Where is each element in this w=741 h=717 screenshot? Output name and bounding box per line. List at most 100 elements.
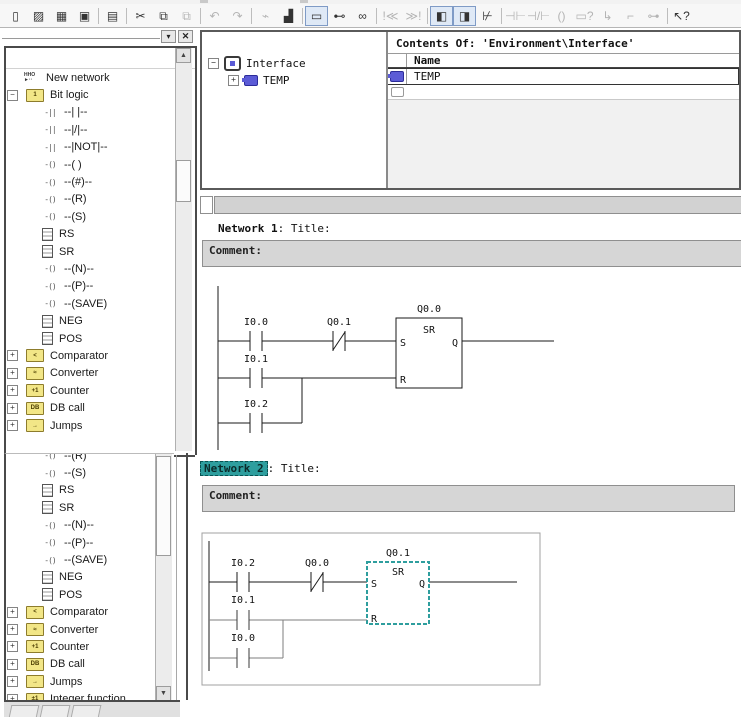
scroll-up-arrow[interactable]: ▲ bbox=[176, 48, 191, 63]
interface-tree-root[interactable]: − Interface bbox=[208, 55, 386, 72]
paste-button[interactable]: ⧉ bbox=[175, 6, 198, 26]
palette-item-[interactable]: -||--|/|-- bbox=[6, 121, 195, 138]
table-empty-area[interactable] bbox=[388, 100, 739, 188]
symbol-information-button[interactable]: ⊷ bbox=[328, 6, 351, 26]
palette-item-s[interactable]: -()--(S) bbox=[6, 464, 174, 481]
palette-item-new-network[interactable]: HHO►··New network bbox=[6, 69, 195, 86]
table-row[interactable]: TEMP bbox=[388, 68, 739, 85]
palette-top-scrollbar[interactable]: ▲ bbox=[175, 48, 192, 451]
palette-close-button[interactable]: ✕ bbox=[178, 30, 193, 43]
palette-item-p[interactable]: -()--(P)-- bbox=[6, 278, 195, 295]
palette-item-sr[interactable]: SR bbox=[6, 499, 174, 516]
copy-button[interactable]: ⧉ bbox=[152, 6, 175, 26]
operand-label[interactable]: I0.2 bbox=[231, 558, 255, 569]
go-to-location-button[interactable]: ⌁ bbox=[254, 6, 277, 26]
palette-item-converter[interactable]: +≈Converter bbox=[6, 365, 195, 382]
open-button[interactable]: ▨ bbox=[27, 6, 50, 26]
insert-empty-box-button[interactable]: ▭? bbox=[573, 6, 596, 26]
palette-combo[interactable] bbox=[2, 38, 160, 39]
expand-icon[interactable]: + bbox=[7, 641, 18, 652]
operand-label[interactable]: Q0.1 bbox=[327, 317, 351, 328]
save-button[interactable]: ▣ bbox=[73, 6, 96, 26]
palette-item-rs[interactable]: RS bbox=[6, 482, 174, 499]
insert-contact-no-button[interactable]: ⊣⊢ bbox=[504, 6, 527, 26]
palette-item-r[interactable]: -()--(R) bbox=[6, 191, 195, 208]
tab-shape[interactable] bbox=[71, 705, 102, 717]
network2-label-selected[interactable]: Network 2 bbox=[200, 461, 268, 476]
palette-item-converter[interactable]: +≈Converter bbox=[6, 621, 174, 638]
close-branch-button[interactable]: ⌐ bbox=[619, 6, 642, 26]
network1-label[interactable]: Network 1 bbox=[218, 222, 278, 235]
palette-item-counter[interactable]: ++1Counter bbox=[6, 382, 195, 399]
palette-item-rs[interactable]: RS bbox=[6, 226, 195, 243]
palette-item-n[interactable]: -()--(N)-- bbox=[6, 517, 174, 534]
scrollbar-thumb[interactable] bbox=[156, 456, 171, 556]
contact-nc-Q0.1[interactable] bbox=[333, 331, 345, 351]
view-overviews-toggle-button[interactable]: ◨ bbox=[453, 6, 476, 26]
program-elements-toggle-button[interactable]: ◧ bbox=[430, 6, 453, 26]
print-button[interactable]: ▤ bbox=[101, 6, 124, 26]
block-title-box[interactable] bbox=[200, 196, 213, 214]
expand-icon[interactable]: + bbox=[7, 420, 18, 431]
expand-icon[interactable]: + bbox=[7, 403, 18, 414]
new-network-button[interactable]: ⊬ bbox=[476, 6, 499, 26]
operand-label[interactable]: I0.1 bbox=[231, 595, 255, 606]
operand-label[interactable]: I0.2 bbox=[244, 399, 268, 410]
palette-item-[interactable]: -()--( ) bbox=[6, 156, 195, 173]
network1-comment-bar[interactable]: Comment: bbox=[202, 240, 741, 267]
palette-item-pos[interactable]: POS bbox=[6, 586, 174, 603]
palette-item-db-call[interactable]: +DBDB call bbox=[6, 656, 174, 673]
contact-no-I0.0[interactable] bbox=[237, 648, 249, 668]
expand-icon[interactable]: + bbox=[7, 607, 18, 618]
palette-item-counter[interactable]: ++1Counter bbox=[6, 638, 174, 655]
collapse-icon[interactable]: − bbox=[7, 90, 18, 101]
palette-item-pos[interactable]: POS bbox=[6, 330, 195, 347]
collapse-icon[interactable]: − bbox=[208, 58, 219, 69]
tab-shape[interactable] bbox=[40, 705, 71, 717]
insert-connector-button[interactable]: ⊶ bbox=[642, 6, 665, 26]
next-error-button[interactable]: ≫! bbox=[402, 6, 425, 26]
previous-error-button[interactable]: !≪ bbox=[379, 6, 402, 26]
network2-title-suffix[interactable]: : Title: bbox=[268, 462, 321, 475]
network1-title-suffix[interactable]: : Title: bbox=[278, 222, 331, 235]
redo-button[interactable]: ↷ bbox=[226, 6, 249, 26]
scrollbar-thumb[interactable] bbox=[176, 160, 191, 202]
operand-label[interactable]: I0.1 bbox=[244, 354, 268, 365]
palette-item-comparator[interactable]: +<Comparator bbox=[6, 347, 195, 364]
block-address[interactable]: Q0.1 bbox=[386, 548, 410, 559]
expand-icon[interactable]: + bbox=[7, 676, 18, 687]
expand-icon[interactable]: + bbox=[7, 659, 18, 670]
palette-item-jumps[interactable]: +→Jumps bbox=[6, 417, 195, 434]
block-address[interactable]: Q0.0 bbox=[417, 304, 441, 315]
palette-item-r[interactable]: -()--(R) bbox=[6, 453, 174, 464]
palette-item-[interactable]: -||--| |-- bbox=[6, 104, 195, 121]
contact-no-I0.2[interactable] bbox=[237, 572, 249, 592]
tab-shape[interactable] bbox=[9, 705, 40, 717]
monitor-on-off-button[interactable]: ∞ bbox=[351, 6, 374, 26]
palette-item-neg[interactable]: NEG bbox=[6, 312, 195, 329]
palette-dropdown-button[interactable]: ▾ bbox=[161, 30, 176, 43]
open-branch-button[interactable]: ↳ bbox=[596, 6, 619, 26]
symbolic-representation-button[interactable]: ▭ bbox=[305, 6, 328, 26]
operand-label[interactable]: I0.0 bbox=[231, 633, 255, 644]
operand-label[interactable]: Q0.0 bbox=[305, 558, 329, 569]
new-button[interactable]: ▯ bbox=[4, 6, 27, 26]
operand-label[interactable]: I0.0 bbox=[244, 317, 268, 328]
expand-icon[interactable]: + bbox=[7, 385, 18, 396]
palette-item-db-call[interactable]: +DBDB call bbox=[6, 399, 195, 416]
palette-item-comparator[interactable]: +<Comparator bbox=[6, 604, 174, 621]
palette-item-n[interactable]: -()--(N)-- bbox=[6, 260, 195, 277]
insert-contact-nc-button[interactable]: ⊣/⊢ bbox=[527, 6, 550, 26]
palette-item-sr[interactable]: SR bbox=[6, 243, 195, 260]
contact-nc-Q0.0[interactable] bbox=[311, 572, 323, 592]
block-title-bar[interactable] bbox=[214, 196, 741, 214]
palette-item-jumps[interactable]: +→Jumps bbox=[6, 673, 174, 690]
palette-item-s[interactable]: -()--(S) bbox=[6, 208, 195, 225]
palette-item-neg[interactable]: NEG bbox=[6, 569, 174, 586]
palette-item-save[interactable]: -()--(SAVE) bbox=[6, 551, 174, 568]
palette-item-bit-logic[interactable]: −1Bit logic bbox=[6, 86, 195, 103]
expand-icon[interactable]: + bbox=[7, 350, 18, 361]
palette-item-save[interactable]: -()--(SAVE) bbox=[6, 295, 195, 312]
save-station-button[interactable]: ▦ bbox=[50, 6, 73, 26]
network2-comment-bar[interactable]: Comment: bbox=[202, 485, 735, 512]
